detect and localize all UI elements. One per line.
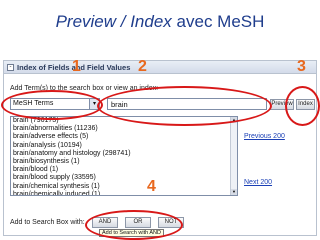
list-item[interactable]: brain/blood (1) xyxy=(11,166,237,174)
panel-header: - Index of Fields and Field Values xyxy=(4,61,316,74)
scroll-down-icon[interactable]: ▼ xyxy=(231,189,237,195)
results-rows: brain (796173) brain/abnormalities (11236… xyxy=(11,117,237,195)
collapse-icon[interactable]: - xyxy=(7,64,14,71)
highlight-circle-search xyxy=(97,86,272,126)
list-item[interactable]: brain/anatomy and histology (298741) xyxy=(11,150,237,158)
slide-title-rest: avec MeSH xyxy=(171,12,265,31)
list-item[interactable]: brain/blood supply (33595) xyxy=(11,174,237,182)
previous-200-link[interactable]: Previous 200 xyxy=(244,133,285,140)
list-item[interactable]: brain/chemical synthesis (1) xyxy=(11,183,237,191)
annotation-number-2: 2 xyxy=(138,58,147,75)
highlight-circle-index xyxy=(285,86,320,126)
annotation-number-3: 3 xyxy=(297,58,306,75)
next-200-link[interactable]: Next 200 xyxy=(244,179,272,186)
add-to-search-label: Add to Search Box with: xyxy=(10,219,85,226)
slide-title: Preview / Index avec MeSH xyxy=(0,12,320,32)
slide-title-italic: Preview / Index xyxy=(55,12,172,31)
highlight-circle-select xyxy=(1,90,103,120)
highlight-circle-and xyxy=(85,210,183,240)
list-item[interactable]: brain/analysis (10194) xyxy=(11,142,237,150)
results-scrollbar[interactable]: ▲ ▼ xyxy=(230,117,237,195)
list-item[interactable]: brain/abnormalities (11236) xyxy=(11,125,237,133)
annotation-number-1: 1 xyxy=(72,58,81,75)
list-item[interactable]: brain/adverse effects (5) xyxy=(11,133,237,141)
annotation-number-4: 4 xyxy=(147,178,156,195)
list-item[interactable]: brain/biosynthesis (1) xyxy=(11,158,237,166)
index-results-list[interactable]: brain (796173) brain/abnormalities (11236… xyxy=(10,116,238,196)
list-item[interactable]: brain/chemically induced (1) xyxy=(11,191,237,195)
